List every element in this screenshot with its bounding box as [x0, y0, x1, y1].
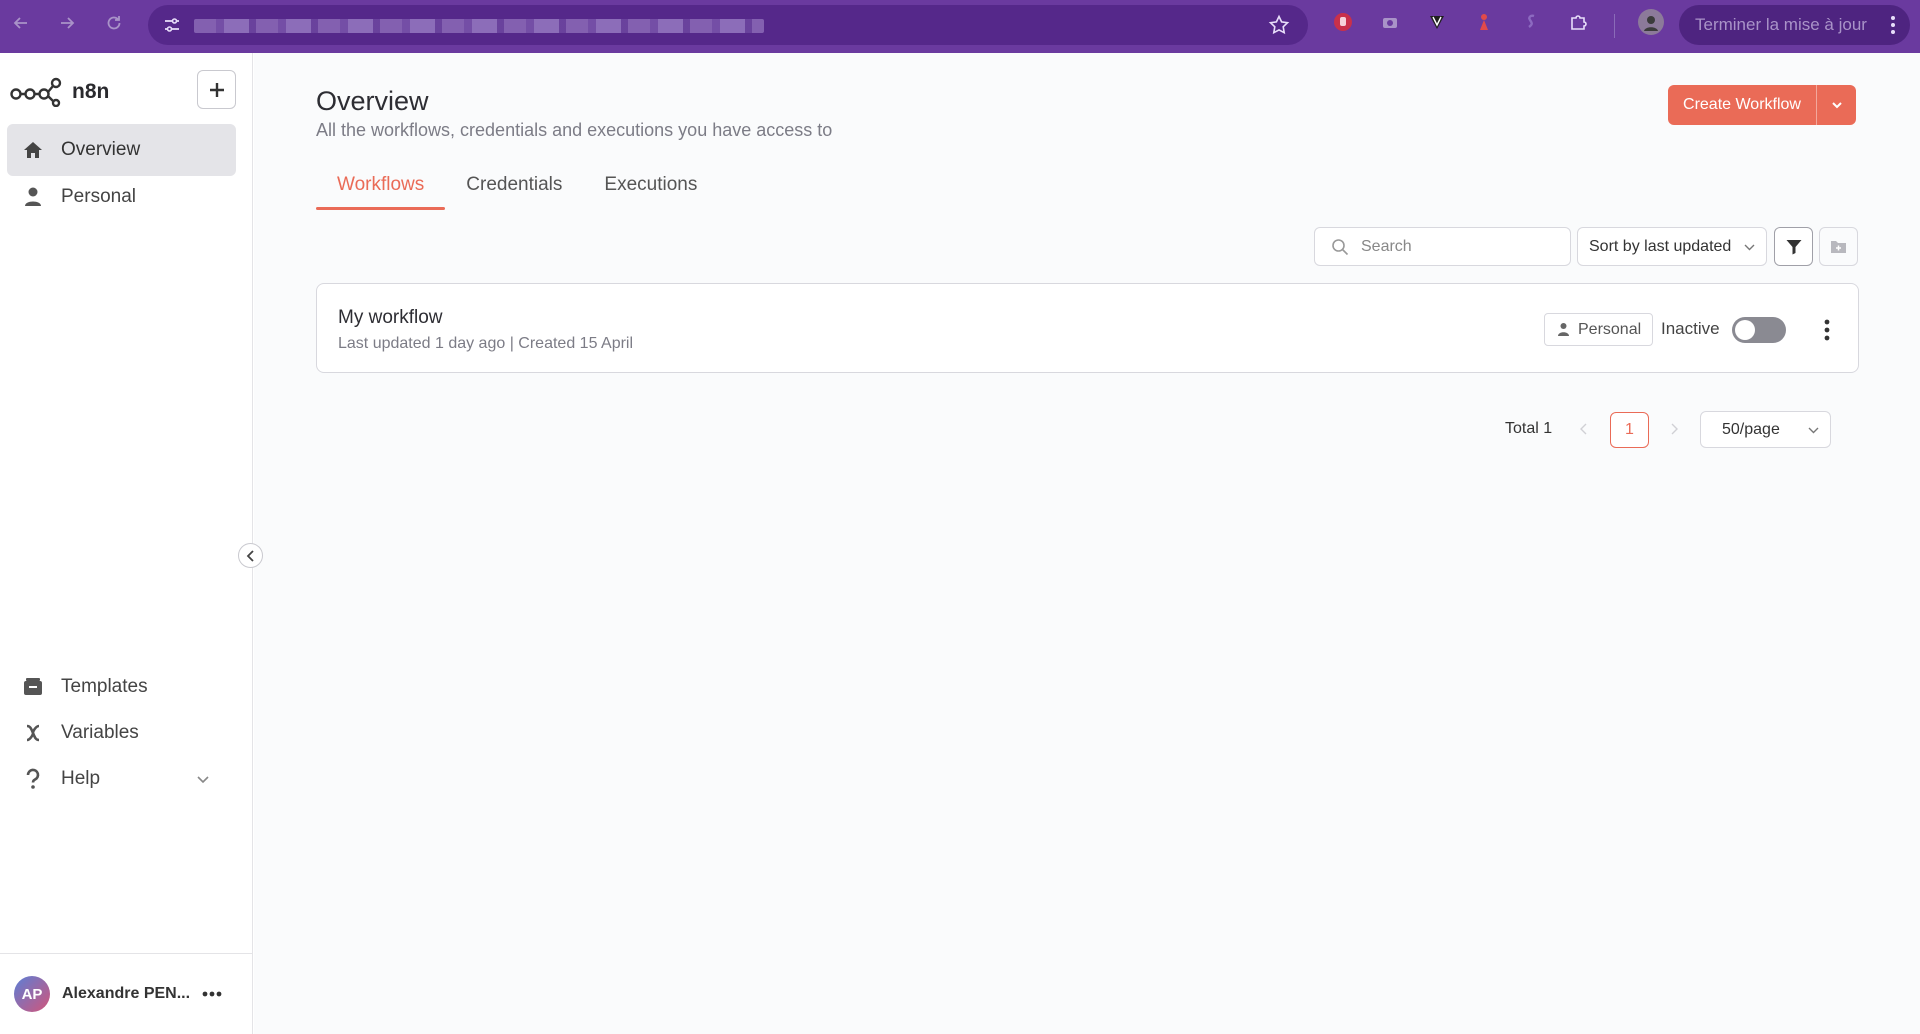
app-logo[interactable]: n8n: [10, 75, 109, 109]
workflow-name: My workflow: [338, 307, 443, 328]
site-settings-icon[interactable]: [162, 15, 182, 35]
home-icon: [24, 142, 42, 158]
update-label: Terminer la mise à jour: [1695, 15, 1867, 34]
pagination-total: Total 1: [1505, 420, 1553, 437]
variables-icon: [26, 724, 40, 742]
extension-camera-icon[interactable]: [1379, 11, 1401, 33]
n8n-logo-icon: [10, 77, 62, 107]
url-text-blurred: [194, 19, 764, 33]
tab-credentials[interactable]: Credentials: [445, 174, 583, 210]
owner-label: Personal: [1578, 320, 1642, 338]
create-workflow-button[interactable]: Create Workflow: [1668, 85, 1816, 125]
sidebar-item-label: Personal: [61, 186, 136, 207]
more-vertical-icon[interactable]: [1817, 318, 1837, 342]
bookmark-star-icon[interactable]: [1268, 14, 1290, 36]
chevron-down-icon: [1808, 427, 1819, 434]
forward-icon[interactable]: [55, 11, 79, 35]
sidebar-item-label: Templates: [61, 676, 148, 697]
workflow-card[interactable]: My workflow Last updated 1 day ago | Cre…: [316, 283, 1859, 373]
extension-shield-icon[interactable]: [1426, 11, 1448, 33]
app-name: n8n: [72, 80, 110, 103]
extension-figure-icon[interactable]: [1473, 11, 1495, 33]
search-box[interactable]: [1314, 227, 1571, 266]
tab-bar: Workflows Credentials Executions: [316, 174, 718, 210]
filter-button[interactable]: [1774, 227, 1813, 266]
toggle-knob: [1735, 320, 1755, 340]
tab-executions[interactable]: Executions: [583, 174, 718, 210]
search-input[interactable]: [1361, 237, 1551, 256]
address-bar[interactable]: [148, 5, 1308, 45]
page-size-select[interactable]: 50/page: [1700, 411, 1831, 448]
user-icon: [25, 187, 41, 206]
sidebar-item-label: Help: [61, 768, 101, 789]
workflow-meta: Last updated 1 day ago | Created 15 Apri…: [338, 335, 634, 352]
user-icon: [1558, 323, 1569, 336]
plus-icon: [209, 82, 224, 97]
create-workflow-button-group: Create Workflow: [1668, 85, 1856, 125]
sort-label: Sort by last updated: [1589, 237, 1732, 255]
sidebar-item-help[interactable]: Help: [7, 753, 236, 805]
workflow-active-toggle[interactable]: [1732, 317, 1786, 343]
chevron-down-icon: [197, 776, 209, 784]
tab-workflows[interactable]: Workflows: [316, 174, 446, 210]
workflow-status: Inactive: [1661, 319, 1720, 338]
create-options-dropdown[interactable]: [1816, 85, 1856, 125]
back-icon[interactable]: [9, 11, 33, 35]
toolbar-divider: [1614, 14, 1615, 38]
help-icon: [26, 768, 40, 789]
page-number-current[interactable]: 1: [1610, 412, 1649, 448]
folder-plus-icon: [1831, 241, 1846, 253]
main-content: Overview All the workflows, credentials …: [254, 53, 1920, 1034]
next-page-icon[interactable]: [1664, 419, 1684, 439]
filter-icon: [1786, 239, 1801, 254]
sort-select[interactable]: Sort by last updated: [1577, 227, 1767, 266]
sidebar: n8n Overview Personal Templates Variable…: [0, 53, 253, 1034]
sidebar-item-label: Overview: [61, 139, 141, 160]
collapse-sidebar-button[interactable]: [238, 543, 263, 568]
sidebar-item-variables[interactable]: Variables: [7, 707, 236, 759]
chevron-down-icon: [1831, 102, 1842, 109]
avatar: AP: [14, 976, 50, 1012]
reload-icon[interactable]: [102, 11, 126, 35]
user-name: Alexandre PEN...: [62, 985, 191, 1002]
extension-s-icon[interactable]: [1520, 11, 1542, 33]
page-title: Overview: [316, 86, 429, 116]
owner-badge: Personal: [1544, 313, 1654, 346]
sidebar-item-templates[interactable]: Templates: [7, 661, 236, 713]
search-icon: [1332, 238, 1349, 255]
user-menu[interactable]: AP Alexandre PEN...: [0, 953, 253, 1034]
more-horizontal-icon[interactable]: [202, 984, 222, 1004]
page-size-label: 50/page: [1722, 420, 1780, 438]
sidebar-item-overview[interactable]: Overview: [7, 124, 236, 176]
sidebar-item-personal[interactable]: Personal: [7, 171, 236, 223]
page-subtitle: All the workflows, credentials and execu…: [316, 120, 833, 140]
new-folder-button[interactable]: [1819, 227, 1858, 266]
browser-menu-icon[interactable]: [1890, 14, 1896, 36]
extensions-puzzle-icon[interactable]: [1567, 11, 1589, 33]
templates-icon: [24, 678, 42, 695]
add-new-button[interactable]: [197, 70, 236, 109]
chevron-left-icon: [246, 549, 254, 562]
extension-hand-icon[interactable]: [1332, 11, 1354, 33]
update-browser-button[interactable]: Terminer la mise à jour: [1679, 5, 1910, 45]
chevron-down-icon: [1744, 244, 1755, 251]
sidebar-item-label: Variables: [61, 722, 139, 743]
browser-toolbar: Terminer la mise à jour: [0, 0, 1920, 53]
profile-avatar[interactable]: [1638, 9, 1664, 35]
previous-page-icon[interactable]: [1574, 419, 1594, 439]
